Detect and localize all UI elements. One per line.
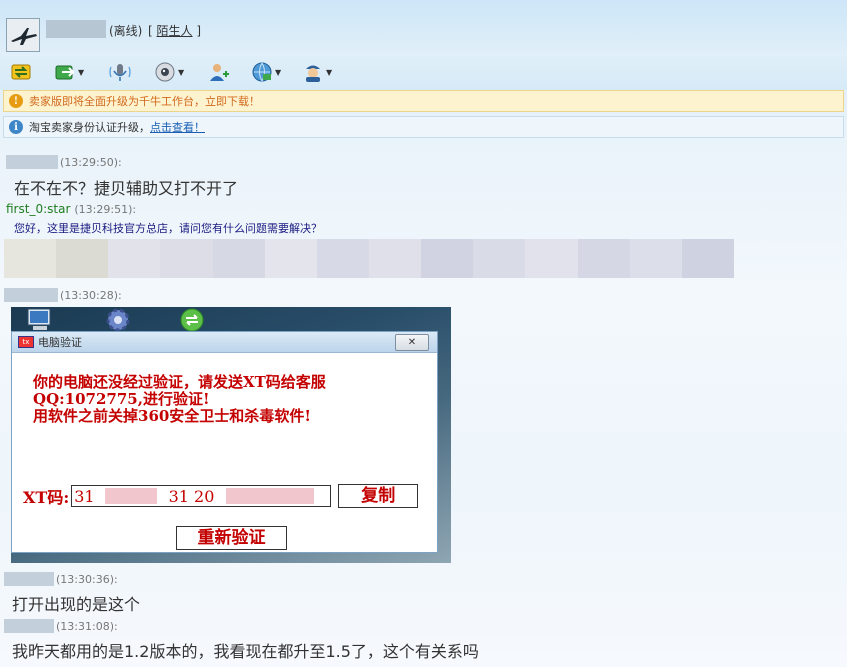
xt-code-part: 31 [74, 486, 95, 506]
verification-dialog: tx 电脑验证 ✕ 你的电脑还没经过验证，请发送XT码给客服 QQ:107277… [11, 331, 438, 553]
redacted-block [473, 239, 526, 278]
chat-header: (离线) [ 陌生人 ] ▼ ▼ ▼ ▼ [0, 0, 847, 90]
webcam-button[interactable]: ▼ [154, 58, 184, 86]
reverify-button[interactable]: 重新验证 [176, 526, 287, 550]
message-text: 您好，这里是捷贝科技官方总店，请问您有什么问题需要解决？ [14, 222, 322, 235]
redacted-block [421, 239, 474, 278]
app-logo-icon: tx [18, 336, 34, 348]
verify-upgrade-text: 淘宝卖家身份认证升级， [29, 121, 150, 134]
redacted-block [160, 239, 213, 278]
warning-line: 用软件之前关掉360安全卫士和杀毒软件! [33, 407, 311, 425]
warning-line: QQ:1072775,进行验证! [33, 390, 210, 408]
verify-upgrade-link[interactable]: 点击查看！ [150, 119, 205, 135]
xt-code-redacted [226, 488, 315, 504]
message-time: (13:29:50): [60, 155, 122, 169]
chevron-down-icon[interactable]: ▼ [275, 68, 281, 77]
webcam-icon [155, 62, 175, 82]
warning-icon: ! [9, 94, 23, 108]
chevron-down-icon[interactable]: ▼ [178, 68, 184, 77]
voice-mic-icon [109, 64, 131, 81]
sender-name-redacted [6, 155, 58, 169]
refresh-icon [180, 308, 204, 332]
add-contact-button[interactable] [208, 58, 230, 86]
message-text: 我昨天都用的是1.2版本的，我看现在都升至1.5了，这个有关系吗 [12, 642, 479, 661]
more-apps-icon [306, 65, 320, 82]
seller-upgrade-notice[interactable]: ! 卖家版即将全面升级为千牛工作台，立即下载！ [3, 90, 844, 112]
xt-code-part: 31 20 [168, 486, 215, 506]
dialog-close-button[interactable]: ✕ [395, 334, 429, 351]
remote-desktop-icon [252, 62, 272, 82]
redacted-block [316, 239, 369, 278]
message-time: (13:30:28): [60, 288, 122, 302]
chevron-down-icon[interactable]: ▼ [326, 68, 332, 77]
contact-status: (离线) [109, 24, 143, 38]
remote-desktop-button[interactable]: ▼ [251, 58, 281, 86]
xt-code-row: XT码: 31 31 20 复制 [23, 484, 419, 508]
copy-button[interactable]: 复制 [338, 484, 419, 508]
redacted-message-strip [4, 239, 734, 278]
redacted-block [264, 239, 317, 278]
redacted-block [577, 239, 630, 278]
redacted-block [212, 239, 265, 278]
stranger-tag: [ 陌生人 ] [148, 22, 201, 39]
redacted-block [56, 239, 109, 278]
message-header: (13:29:50): [6, 155, 122, 169]
sender-name-redacted [4, 288, 58, 302]
bracket-open: [ [148, 24, 153, 38]
redacted-block [681, 239, 734, 278]
message-header: (13:30:28): [4, 288, 122, 302]
contact-avatar[interactable] [6, 18, 40, 52]
message-header: first_0:star (13:29:51): [6, 202, 136, 216]
send-file-button[interactable]: ▼ [54, 58, 84, 86]
voice-button[interactable] [109, 58, 131, 86]
computer-icon [27, 308, 51, 330]
xt-code-redacted [104, 488, 157, 504]
xt-code-label: XT码: [23, 488, 70, 507]
chat-toolbar: ▼ ▼ ▼ ▼ [0, 58, 847, 88]
message-time: (13:30:36): [56, 572, 118, 586]
verify-upgrade-notice: i 淘宝卖家身份认证升级， 点击查看！ [3, 116, 844, 138]
xt-code-field[interactable]: 31 31 20 [71, 485, 332, 507]
dialog-titlebar: tx 电脑验证 [12, 332, 437, 353]
redacted-block [629, 239, 682, 278]
message-text: 打开出现的是这个 [12, 595, 141, 614]
chevron-down-icon[interactable]: ▼ [78, 68, 84, 77]
redacted-block [4, 239, 57, 278]
transfer-button[interactable] [10, 58, 32, 86]
dialog-warning-text: 你的电脑还没经过验证，请发送XT码给客服 QQ:1072775,进行验证! 用软… [33, 374, 326, 425]
gear-icon [106, 308, 130, 332]
sender-name-redacted [4, 572, 54, 586]
sender-name[interactable]: first_0:star [6, 202, 70, 216]
dialog-title: 电脑验证 [38, 336, 82, 349]
transfer-icon [11, 64, 31, 80]
send-file-icon [55, 65, 75, 80]
info-icon: i [9, 120, 23, 134]
contact-name-redacted [46, 20, 106, 38]
sender-name-redacted [4, 619, 54, 633]
attached-screenshot-image[interactable]: tx 电脑验证 ✕ 你的电脑还没经过验证，请发送XT码给客服 QQ:107277… [11, 307, 451, 563]
jet-plane-icon [7, 19, 39, 51]
redacted-block [368, 239, 422, 278]
add-contact-icon [210, 64, 229, 81]
warning-line: 你的电脑还没经过验证，请发送XT码给客服 [33, 373, 326, 391]
stranger-link[interactable]: 陌生人 [157, 24, 193, 38]
message-header: (13:30:36): [4, 572, 118, 586]
bracket-close: ] [196, 24, 202, 38]
more-apps-button[interactable]: ▼ [302, 58, 332, 86]
message-text: 在不在不？捷贝辅助又打不开了 [14, 179, 239, 198]
seller-upgrade-text[interactable]: 卖家版即将全面升级为千牛工作台，立即下载！ [29, 93, 260, 109]
message-time: (13:29:51): [74, 202, 137, 216]
message-time: (13:31:08): [56, 619, 118, 633]
message-header: (13:31:08): [4, 619, 118, 633]
redacted-block [108, 239, 161, 278]
redacted-block [525, 239, 578, 278]
